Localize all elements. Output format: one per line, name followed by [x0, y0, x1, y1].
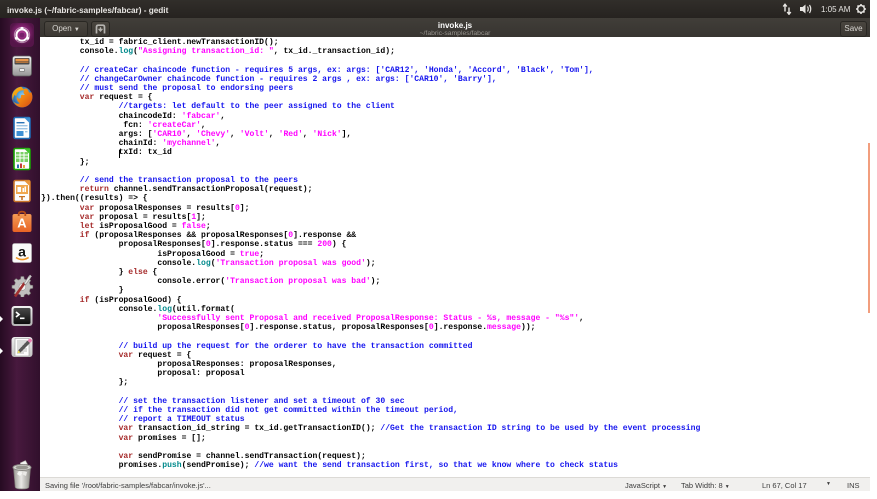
svg-text:A: A — [17, 216, 27, 231]
svg-text:a: a — [18, 244, 26, 260]
